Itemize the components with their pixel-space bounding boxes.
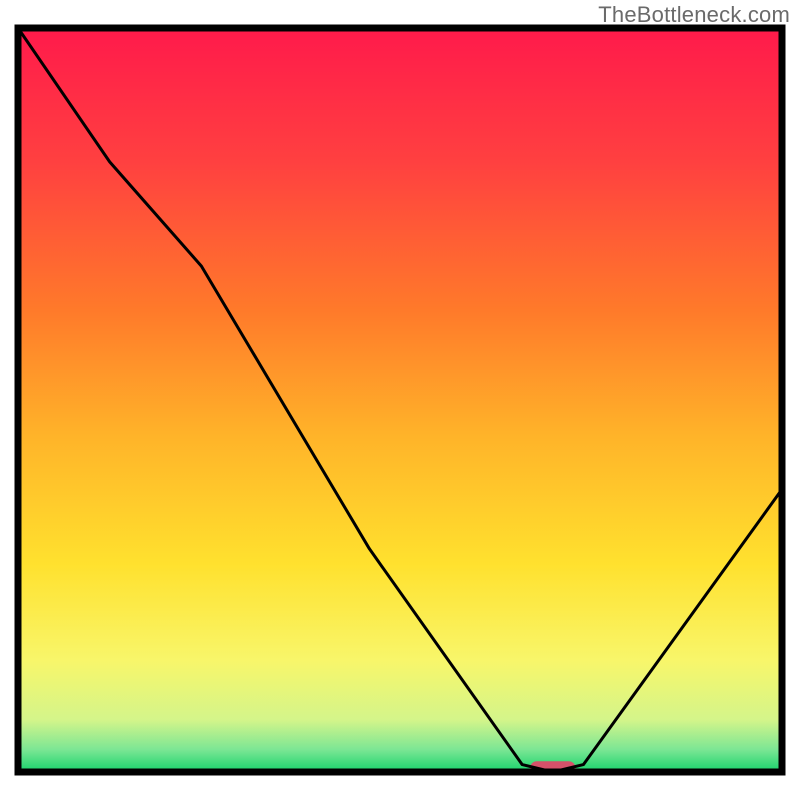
- watermark-text: TheBottleneck.com: [598, 2, 790, 28]
- chart-container: TheBottleneck.com: [0, 0, 800, 800]
- gradient-background: [18, 28, 782, 772]
- bottleneck-curve-plot: [0, 0, 800, 800]
